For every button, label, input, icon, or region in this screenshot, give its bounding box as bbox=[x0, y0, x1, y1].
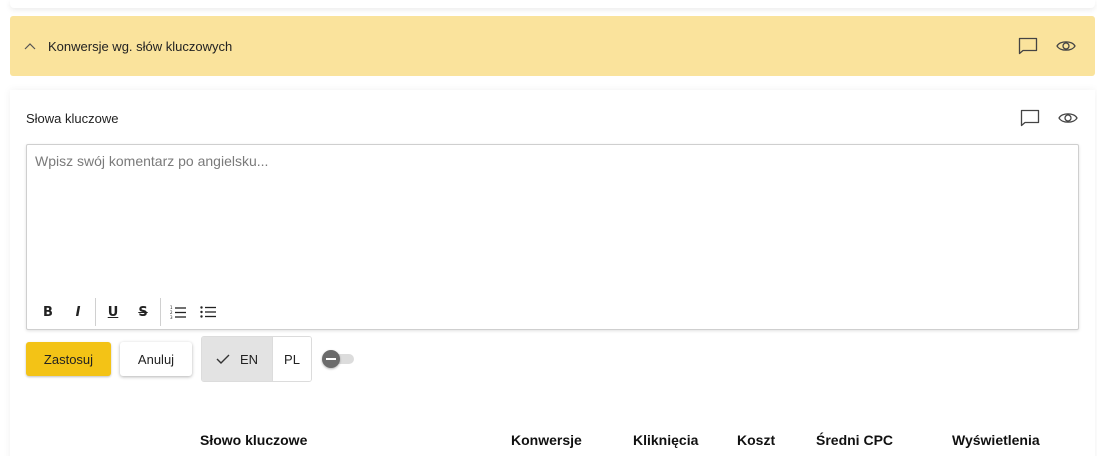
column-header-keyword[interactable]: Słowo kluczowe bbox=[200, 432, 307, 448]
chevron-up-icon[interactable] bbox=[24, 39, 38, 53]
language-label: PL bbox=[284, 351, 300, 367]
ordered-list-icon[interactable]: 123 bbox=[163, 299, 193, 325]
comment-input[interactable] bbox=[27, 145, 1078, 295]
strikethrough-button[interactable]: S bbox=[128, 299, 158, 325]
check-icon bbox=[216, 354, 230, 364]
column-header-impressions[interactable]: Wyświetlenia bbox=[952, 432, 1040, 448]
apply-button[interactable]: Zastosuj bbox=[26, 342, 111, 376]
panel-title: Słowa kluczowe bbox=[26, 110, 119, 126]
bullet-list-icon[interactable] bbox=[193, 299, 223, 325]
comment-editor: B I U S 123 bbox=[26, 144, 1079, 330]
eye-icon[interactable] bbox=[1057, 107, 1079, 129]
translation-switch[interactable] bbox=[322, 350, 356, 368]
editor-actions: Zastosuj Anuluj EN PL bbox=[26, 336, 356, 382]
language-label: EN bbox=[239, 351, 259, 367]
column-header-clicks[interactable]: Kliknięcia bbox=[633, 432, 698, 448]
language-toggle: EN PL bbox=[201, 336, 312, 382]
bold-button[interactable]: B bbox=[33, 299, 63, 325]
toolbar-divider bbox=[95, 298, 96, 326]
comment-icon[interactable] bbox=[1019, 107, 1041, 129]
switch-knob bbox=[322, 350, 340, 368]
section-header-keyword-conversions[interactable]: Konwersje wg. słów kluczowych bbox=[10, 16, 1095, 76]
italic-button[interactable]: I bbox=[63, 299, 93, 325]
toolbar-divider bbox=[160, 298, 161, 326]
comment-icon[interactable] bbox=[1017, 35, 1039, 57]
language-option-pl[interactable]: PL bbox=[272, 337, 311, 381]
column-header-conversions[interactable]: Konwersje bbox=[511, 432, 582, 448]
language-option-en[interactable]: EN bbox=[202, 337, 272, 381]
editor-toolbar: B I U S 123 bbox=[33, 297, 223, 327]
table-header: Słowo kluczowe Konwersje Kliknięcia Kosz… bbox=[10, 432, 1095, 454]
column-header-cost[interactable]: Koszt bbox=[737, 432, 775, 448]
eye-icon[interactable] bbox=[1055, 35, 1077, 57]
underline-button[interactable]: U bbox=[98, 299, 128, 325]
keywords-panel: Słowa kluczowe B I U S 123 Zastosuj Anul… bbox=[10, 90, 1095, 456]
section-title: Konwersje wg. słów kluczowych bbox=[48, 38, 233, 54]
previous-card bbox=[10, 0, 1095, 8]
svg-text:3: 3 bbox=[170, 315, 173, 319]
panel-header: Słowa kluczowe bbox=[26, 106, 1079, 130]
column-header-avg-cpc[interactable]: Średni CPC bbox=[816, 432, 893, 448]
cancel-button[interactable]: Anuluj bbox=[120, 342, 192, 376]
